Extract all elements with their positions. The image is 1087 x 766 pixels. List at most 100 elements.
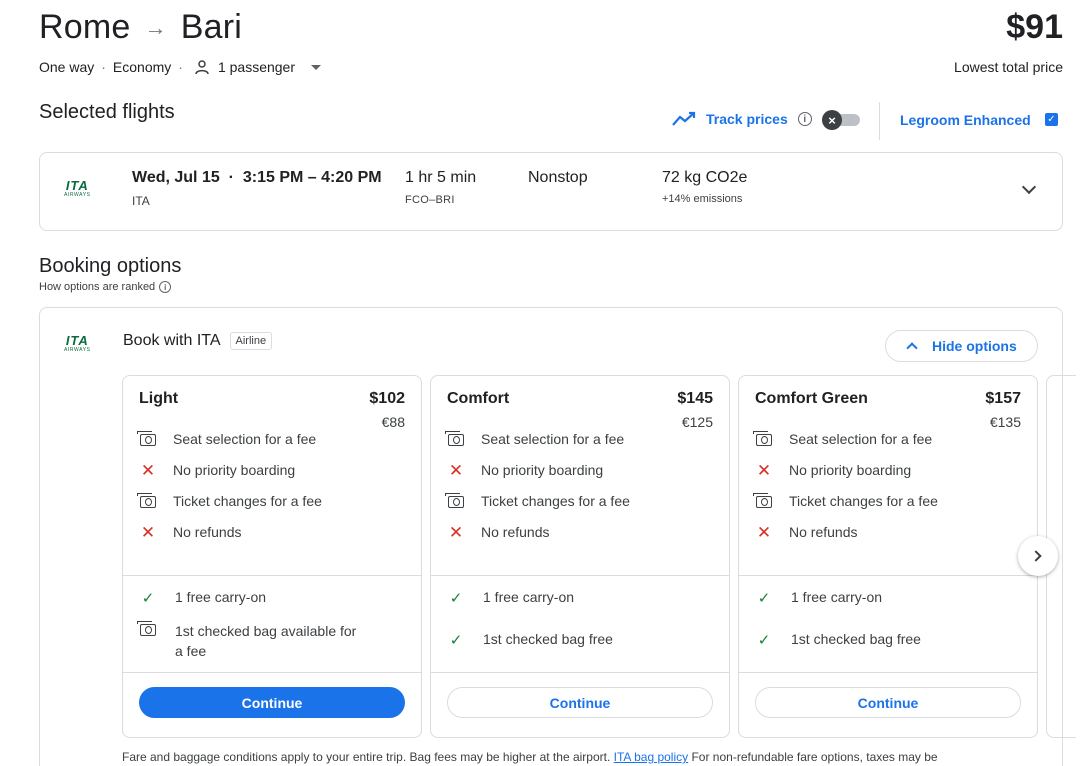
hide-options-label: Hide options (932, 338, 1017, 354)
check-icon: ✓ (449, 632, 463, 649)
flight-stops: Nonstop (528, 169, 588, 186)
track-prices-toggle[interactable]: × (822, 110, 860, 130)
legroom-enhanced-link[interactable]: Legroom Enhanced (900, 112, 1031, 128)
feature-refunds: ✕ No refunds (448, 523, 550, 542)
chevron-down-icon[interactable] (1021, 179, 1037, 195)
bag-checked: ✓ 1st checked bag free (447, 631, 613, 649)
x-icon: ✕ (756, 523, 772, 542)
lowest-price: $91 (1006, 8, 1063, 46)
flight-co2: 72 kg CO2e (662, 169, 748, 186)
bag-checked: 1st checked bag available for a fee (137, 621, 356, 661)
money-icon (445, 493, 464, 508)
fare-name: Comfort Green (755, 390, 868, 407)
cabin-class: Economy (112, 59, 172, 75)
feature-seat-selection: Seat selection for a fee (753, 431, 932, 449)
fare-price: $102 (369, 390, 405, 407)
booking-card: ITA AIRWAYS Book with ITA Airline Hide o… (39, 307, 1076, 766)
flight-date-time: Wed, Jul 15 · 3:15 PM – 4:20 PM (132, 169, 382, 186)
fare-card-comfort-green: Comfort Green $157 €135 Seat selection f… (738, 375, 1038, 738)
x-icon: ✕ (448, 461, 464, 480)
close-icon: × (822, 110, 842, 130)
check-icon: ✓ (757, 632, 771, 649)
fare-price-eur: €88 (381, 414, 405, 430)
fare-price-eur: €125 (681, 414, 713, 430)
destination-city: Bari (180, 8, 242, 46)
book-with-header: Book with ITA Airline (123, 332, 273, 350)
divider (739, 575, 1037, 576)
ita-bag-policy-link[interactable]: ITA bag policy (614, 750, 688, 764)
ita-airways-logo: ITA AIRWAYS (64, 178, 91, 198)
feature-priority-boarding: ✕ No priority boarding (756, 461, 912, 480)
how-ranked-label: How options are ranked (39, 281, 156, 293)
x-icon: ✕ (140, 461, 156, 480)
chevron-up-icon (906, 342, 918, 354)
passenger-selector[interactable]: 1 passenger (194, 59, 322, 75)
money-icon (753, 431, 772, 446)
money-icon (753, 493, 772, 508)
route-title: Rome → Bari (39, 8, 242, 47)
track-prices-label: Track prices (706, 111, 788, 127)
flight-emissions: +14% emissions (662, 193, 743, 205)
trip-type: One way (39, 59, 95, 75)
dropdown-arrow-icon (311, 64, 322, 70)
feature-seat-selection: Seat selection for a fee (137, 431, 316, 449)
flight-duration: 1 hr 5 min (405, 169, 477, 186)
flight-airports: FCO–BRI (405, 194, 455, 206)
feature-priority-boarding: ✕ No priority boarding (448, 461, 604, 480)
hide-options-button[interactable]: Hide options (885, 330, 1038, 362)
book-with-label: Book with ITA (123, 332, 221, 349)
money-icon (137, 431, 156, 446)
fare-name: Light (139, 390, 179, 407)
fare-price: $145 (677, 390, 713, 407)
feature-refunds: ✕ No refunds (756, 523, 858, 542)
bag-carry-on: ✓ 1 free carry-on (447, 589, 574, 607)
arrow-right-icon: → (144, 14, 167, 40)
airline-badge: Airline (229, 332, 273, 350)
x-icon: ✕ (448, 523, 464, 542)
continue-button[interactable]: Continue (755, 687, 1021, 718)
lowest-price-caption: Lowest total price (954, 59, 1063, 75)
divider (879, 102, 880, 140)
trip-summary: One way · Economy · 1 passenger (39, 59, 322, 75)
check-icon: ✓ (449, 590, 463, 607)
trend-icon (672, 111, 696, 126)
money-icon (445, 431, 464, 446)
bag-checked: ✓ 1st checked bag free (755, 631, 921, 649)
info-icon[interactable]: i (797, 112, 812, 126)
legroom-checkbox[interactable]: ✓ (1045, 113, 1058, 126)
flight-card[interactable]: ITA AIRWAYS Wed, Jul 15 · 3:15 PM – 4:20… (39, 152, 1063, 231)
fare-price: $157 (985, 390, 1021, 407)
continue-button[interactable]: Continue (447, 687, 713, 718)
check-icon: ✓ (757, 590, 771, 607)
feature-priority-boarding: ✕ No priority boarding (140, 461, 296, 480)
divider (123, 575, 421, 576)
money-icon (137, 621, 156, 636)
divider (123, 672, 421, 673)
feature-ticket-changes: Ticket changes for a fee (445, 493, 630, 511)
x-icon: ✕ (140, 523, 156, 542)
info-icon: i (159, 281, 172, 293)
fare-price-eur: €135 (989, 414, 1021, 430)
x-icon: ✕ (756, 461, 772, 480)
check-icon: ✓ (141, 590, 155, 607)
track-prices[interactable]: Track prices i (672, 111, 812, 127)
passenger-count: 1 passenger (217, 59, 296, 75)
selected-flights-heading: Selected flights (39, 101, 175, 123)
next-fares-button[interactable] (1018, 536, 1058, 576)
bag-carry-on: ✓ 1 free carry-on (755, 589, 882, 607)
chevron-right-icon (1030, 550, 1042, 562)
origin-city: Rome (39, 8, 131, 46)
fare-card-light: Light $102 €88 Seat selection for a fee … (122, 375, 422, 738)
separator-dot: · (101, 59, 106, 75)
feature-ticket-changes: Ticket changes for a fee (137, 493, 322, 511)
divider (431, 575, 729, 576)
ita-airways-logo: ITA AIRWAYS (64, 333, 91, 353)
divider (431, 672, 729, 673)
separator-dot: · (178, 59, 183, 75)
fare-name: Comfort (447, 390, 510, 407)
fare-footnote: Fare and baggage conditions apply to you… (122, 750, 938, 764)
continue-button[interactable]: Continue (139, 687, 405, 718)
how-options-ranked[interactable]: How options are ranked i (39, 281, 172, 293)
fare-card-comfort: Comfort $145 €125 Seat selection for a f… (430, 375, 730, 738)
flight-airline: ITA (132, 194, 150, 208)
